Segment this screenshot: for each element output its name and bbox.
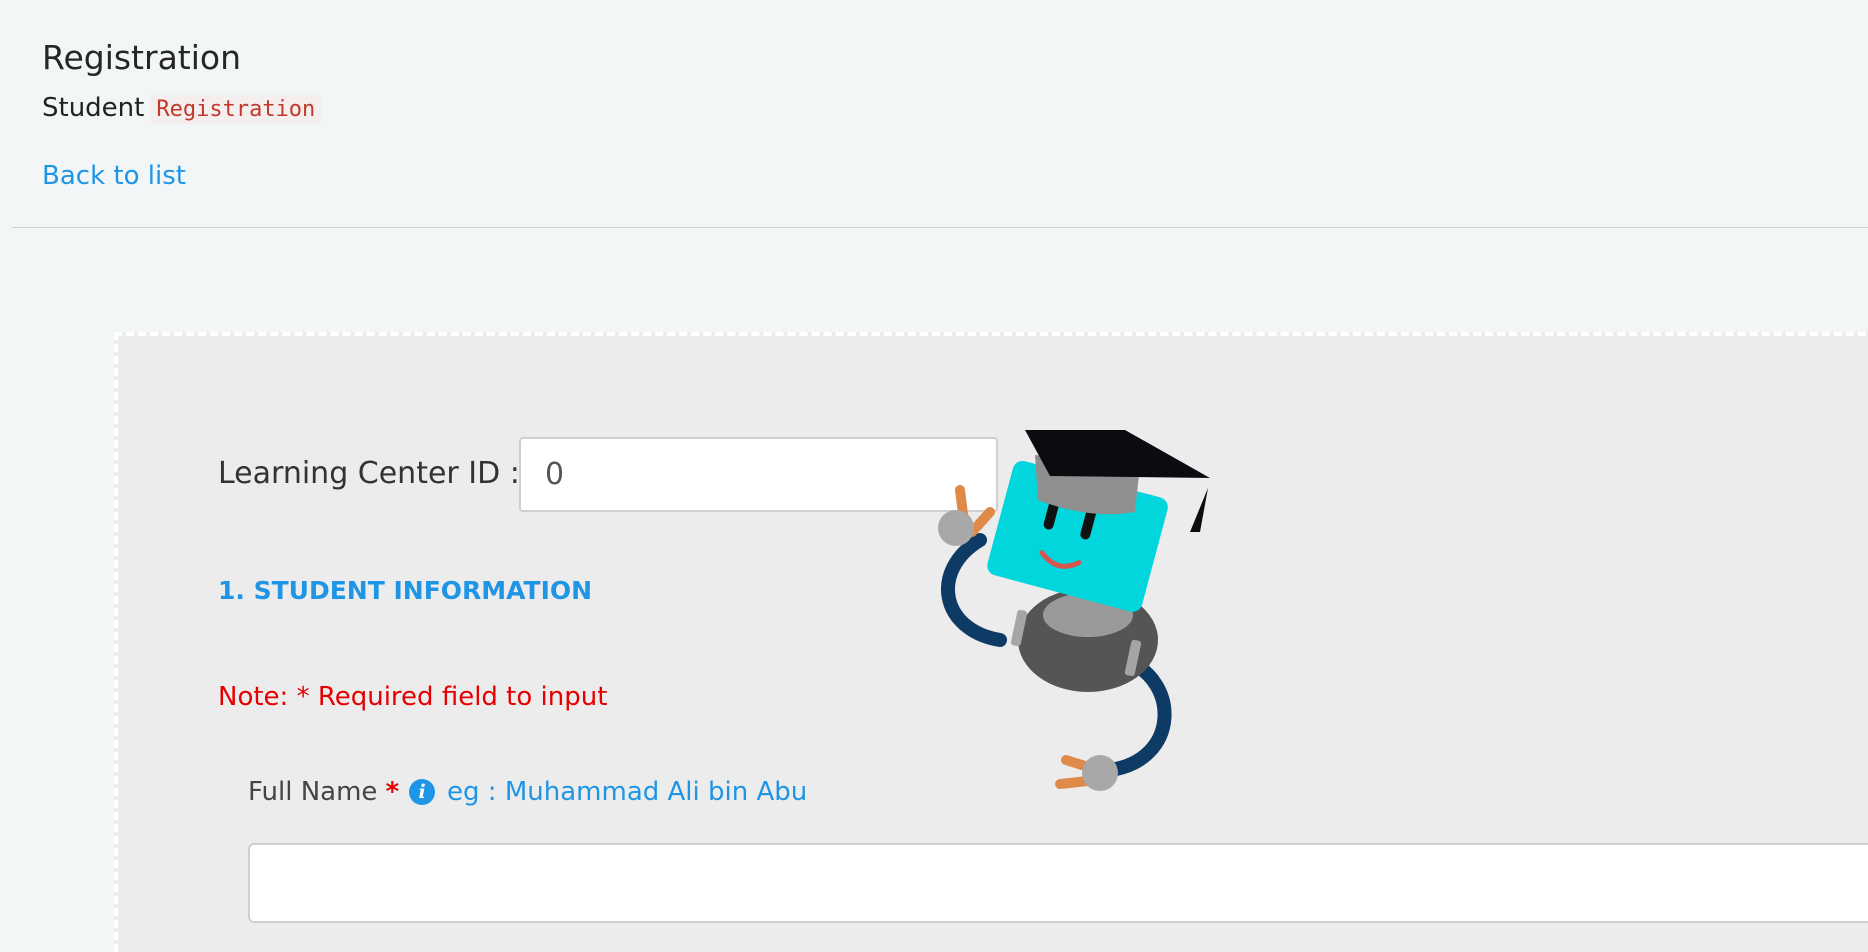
graduate-robot-icon: [938, 430, 1210, 791]
required-star: *: [385, 777, 400, 807]
header-divider: [12, 227, 1868, 228]
back-to-list-link[interactable]: Back to list: [42, 161, 186, 191]
full-name-label: Full Name: [248, 777, 378, 807]
full-name-hint: eg : Muhammad Ali bin Abu: [447, 777, 808, 807]
page-subtitle: Student Registration: [42, 93, 322, 124]
section-title-student-information: 1. STUDENT INFORMATION: [218, 576, 593, 605]
full-name-label-row: Full Name * i eg : Muhammad Ali bin Abu: [248, 777, 807, 807]
subtitle-code: Registration: [150, 95, 322, 124]
subtitle-prefix: Student: [42, 93, 145, 123]
page-title: Registration: [42, 38, 241, 77]
full-name-input[interactable]: [248, 843, 1868, 923]
learning-center-label: Learning Center ID :: [218, 456, 520, 491]
info-icon[interactable]: i: [409, 779, 436, 805]
required-note: Note: * Required field to input: [218, 682, 608, 712]
